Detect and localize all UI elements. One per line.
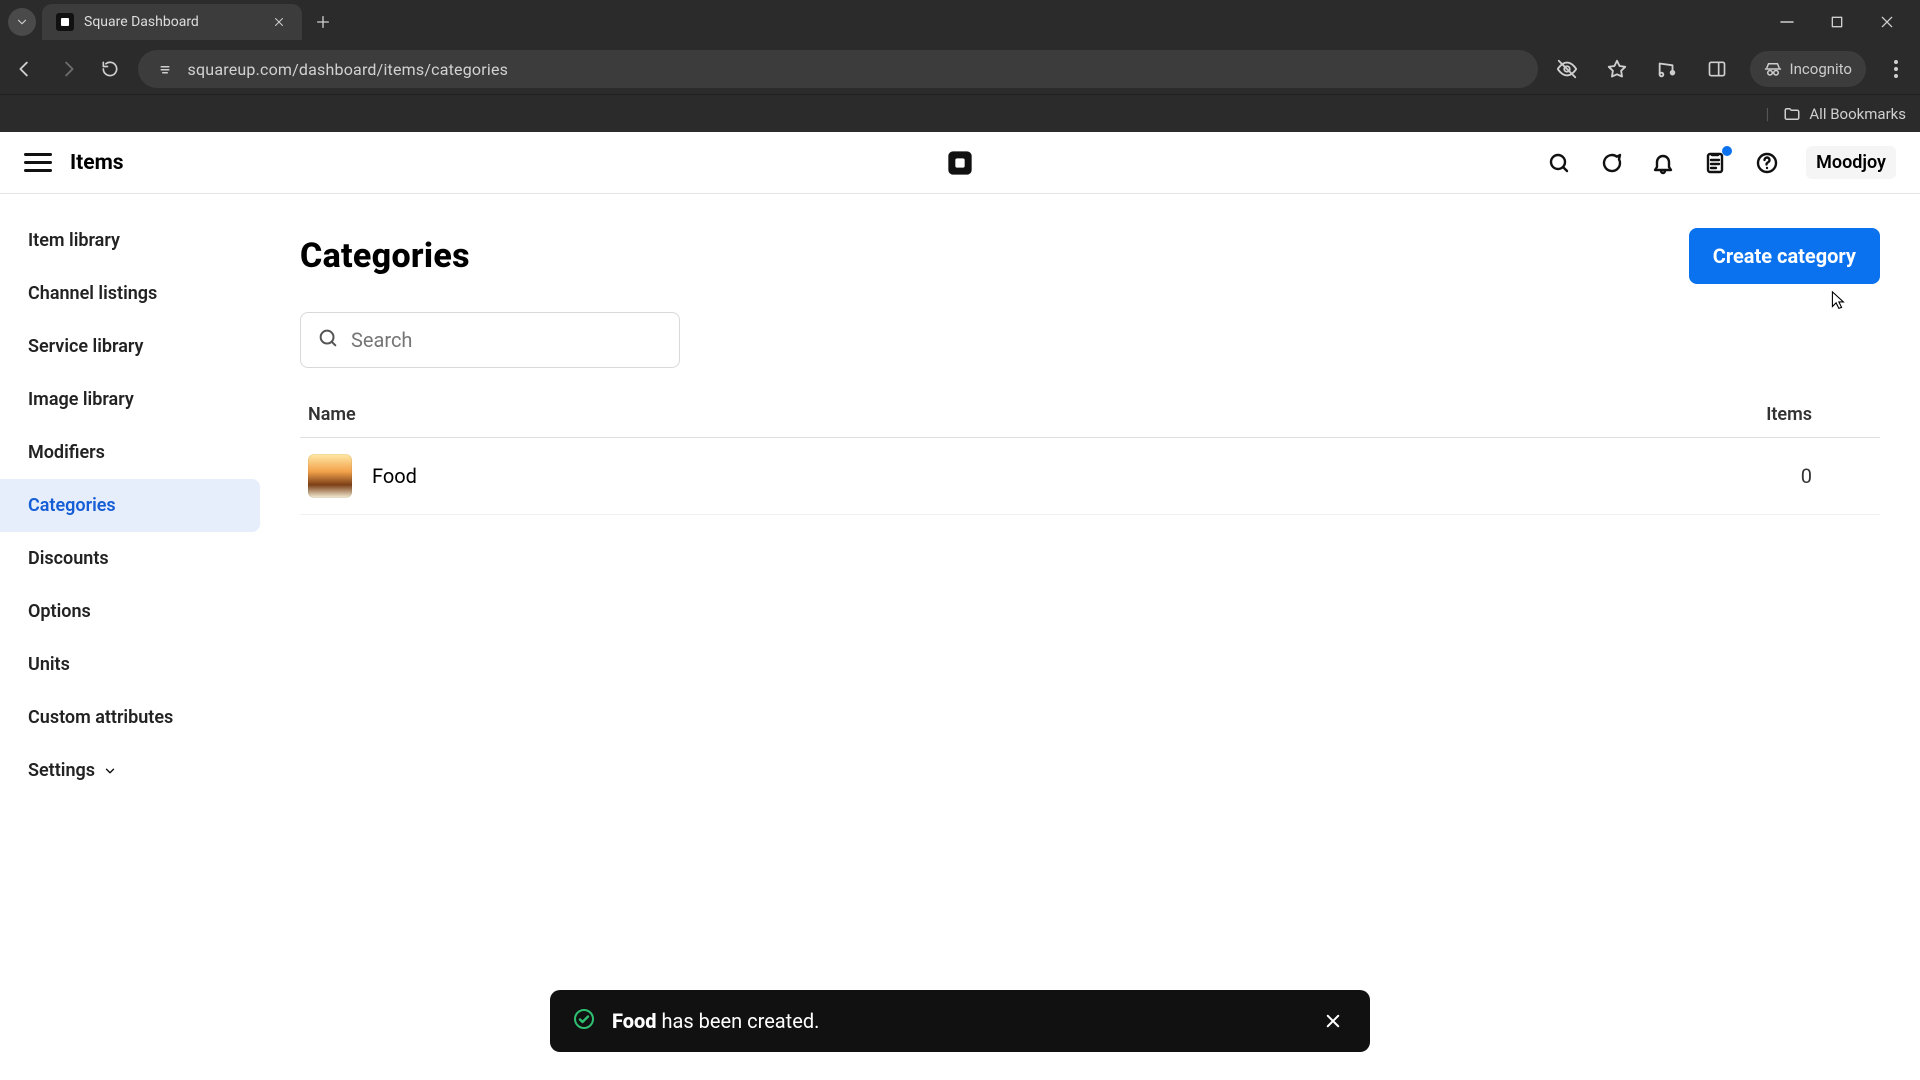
tasks-badge: [1722, 146, 1732, 156]
toast-close-icon[interactable]: [1318, 1006, 1348, 1036]
sidebar-item-discounts[interactable]: Discounts: [0, 532, 260, 585]
category-items-count: 0: [1801, 464, 1872, 488]
main-menu-button[interactable]: [24, 149, 52, 177]
search-icon[interactable]: [1546, 150, 1572, 176]
site-info-icon[interactable]: [154, 58, 176, 80]
messages-icon[interactable]: [1598, 150, 1624, 176]
sidebar-item-settings[interactable]: Settings: [0, 744, 260, 797]
account-menu[interactable]: Moodjoy: [1806, 146, 1896, 179]
toast-bold: Food: [612, 1009, 657, 1033]
table-row[interactable]: Food 0: [300, 438, 1880, 515]
side-panel-icon[interactable]: [1700, 52, 1734, 86]
cursor-icon: [1826, 290, 1848, 312]
all-bookmarks-button[interactable]: All Bookmarks: [1783, 105, 1906, 123]
tab-search-dropdown[interactable]: [8, 8, 36, 36]
chevron-down-icon: [103, 764, 117, 778]
section-title: Items: [70, 151, 124, 175]
media-control-icon[interactable]: [1650, 52, 1684, 86]
tracking-protection-icon[interactable]: [1550, 52, 1584, 86]
window-close-button[interactable]: [1876, 11, 1898, 33]
bookmarks-divider: |: [1765, 104, 1769, 123]
category-name: Food: [372, 464, 417, 488]
tab-favicon: [56, 13, 74, 31]
incognito-label: Incognito: [1790, 60, 1852, 78]
notifications-icon[interactable]: [1650, 150, 1676, 176]
sidebar-item-options[interactable]: Options: [0, 585, 260, 638]
tab-title: Square Dashboard: [84, 14, 260, 30]
toast-message: Food has been created.: [612, 1009, 819, 1033]
sidebar-item-modifiers[interactable]: Modifiers: [0, 426, 260, 479]
sidebar: Item library Channel listings Service li…: [0, 194, 260, 1080]
browser-forward-button[interactable]: [53, 52, 84, 86]
browser-reload-button[interactable]: [95, 52, 126, 86]
sidebar-item-units[interactable]: Units: [0, 638, 260, 691]
all-bookmarks-label: All Bookmarks: [1809, 105, 1906, 123]
column-header-items: Items: [1766, 404, 1872, 425]
tasks-icon[interactable]: [1702, 150, 1728, 176]
category-thumbnail: [308, 454, 352, 498]
search-input[interactable]: [351, 328, 663, 352]
page-title: Categories: [300, 236, 470, 276]
browser-tab[interactable]: Square Dashboard: [42, 4, 302, 40]
url-text: squareup.com/dashboard/items/categories: [188, 60, 509, 79]
window-minimize-button[interactable]: [1776, 11, 1798, 33]
bookmark-star-icon[interactable]: [1600, 52, 1634, 86]
sidebar-item-service-library[interactable]: Service library: [0, 320, 260, 373]
sidebar-item-image-library[interactable]: Image library: [0, 373, 260, 426]
new-tab-button[interactable]: [308, 7, 338, 37]
search-icon: [317, 327, 339, 353]
toast: Food has been created.: [550, 990, 1370, 1052]
sidebar-item-custom-attributes[interactable]: Custom attributes: [0, 691, 260, 744]
help-icon[interactable]: [1754, 150, 1780, 176]
sidebar-item-channel-listings[interactable]: Channel listings: [0, 267, 260, 320]
toast-rest: has been created.: [657, 1009, 820, 1033]
tab-close-icon[interactable]: [270, 13, 288, 31]
sidebar-item-label: Settings: [28, 760, 95, 781]
create-category-button[interactable]: Create category: [1689, 228, 1880, 284]
success-check-icon: [572, 1007, 596, 1035]
sidebar-item-item-library[interactable]: Item library: [0, 214, 260, 267]
browser-back-button[interactable]: [10, 52, 41, 86]
window-maximize-button[interactable]: [1826, 11, 1848, 33]
address-bar[interactable]: squareup.com/dashboard/items/categories: [138, 50, 1538, 88]
square-logo-icon[interactable]: [945, 148, 975, 178]
browser-menu-button[interactable]: [1882, 59, 1910, 79]
incognito-chip[interactable]: Incognito: [1750, 51, 1866, 87]
search-field[interactable]: [300, 312, 680, 368]
column-header-name: Name: [308, 404, 356, 425]
sidebar-item-categories[interactable]: Categories: [0, 479, 260, 532]
